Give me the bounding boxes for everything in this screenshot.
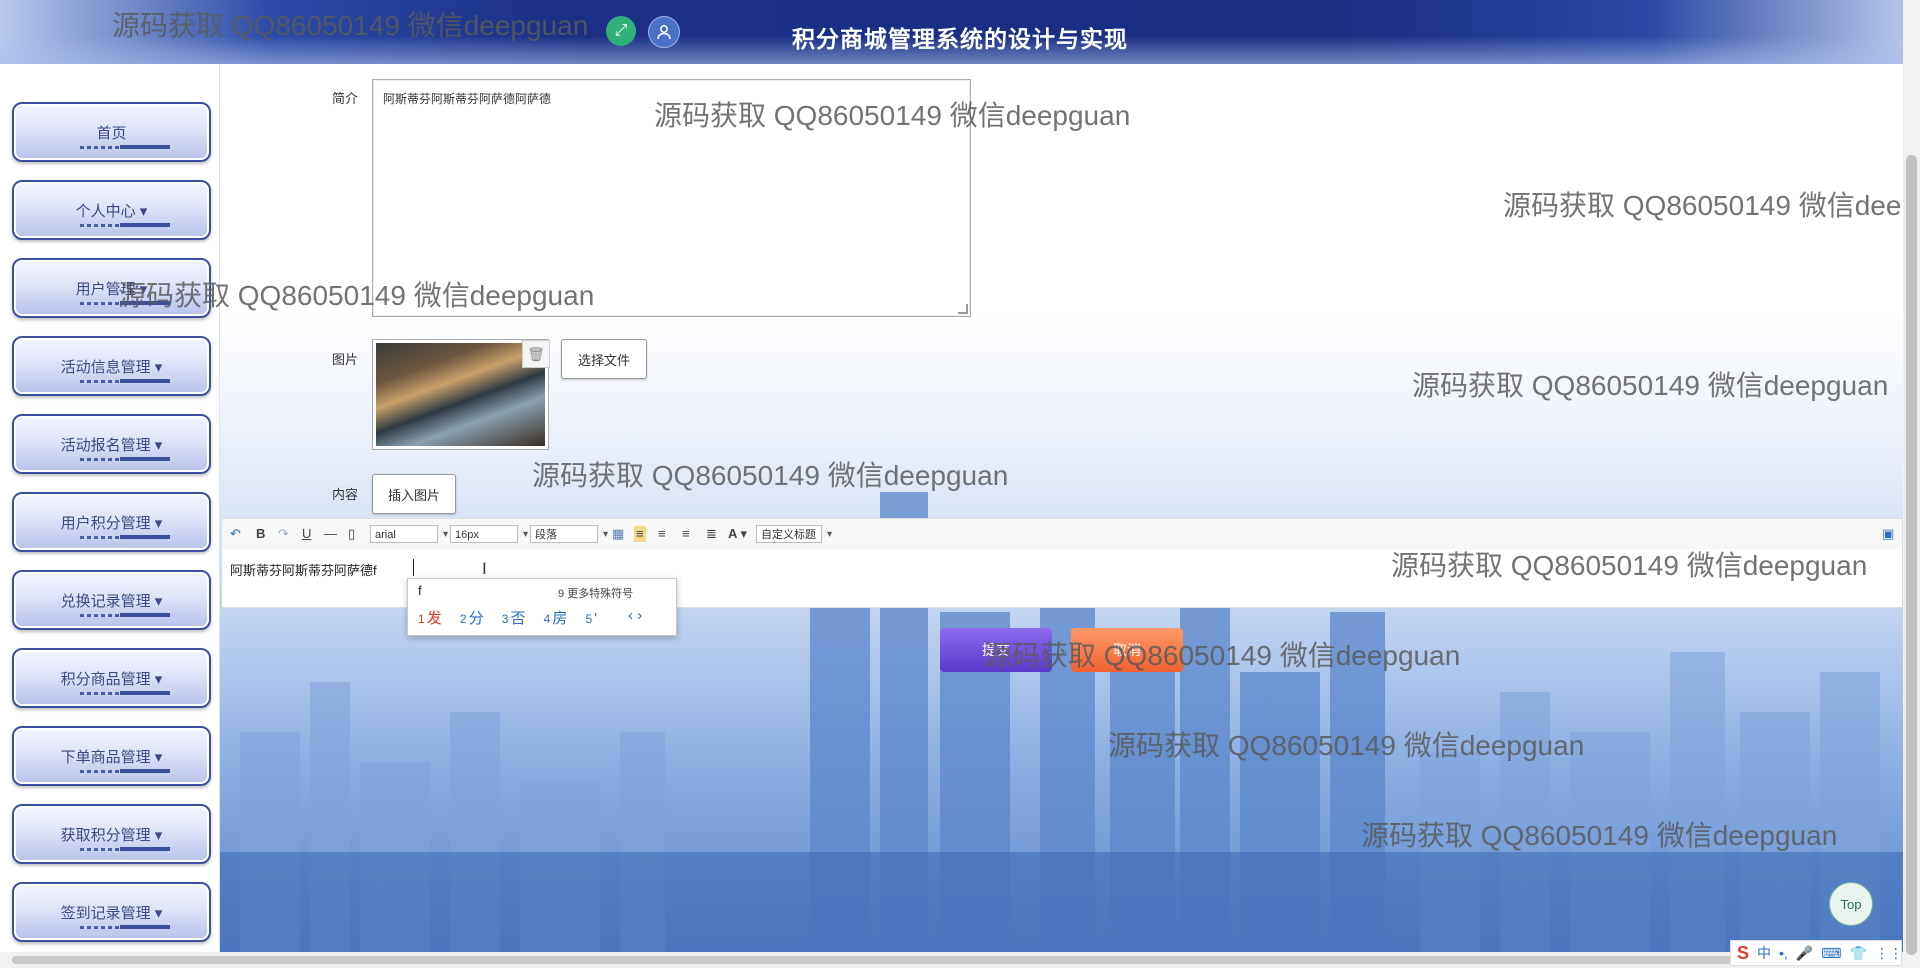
paragraph-select[interactable]: 段落 <box>530 525 608 544</box>
ime-composition: f <box>418 583 422 598</box>
align-center-icon[interactable]: ≡ <box>682 526 690 542</box>
app-header: ⤢ 积分商城管理系统的设计与实现 <box>0 0 1920 64</box>
ime-candidate-window: f 9 更多特殊符号 1发 2分 3否 4房 5 ' ‹ › <box>407 578 677 636</box>
horizontal-scrollbar[interactable] <box>0 952 1903 968</box>
redo-icon[interactable]: ↷ <box>278 526 289 542</box>
sidebar-item-home[interactable]: 首页 <box>12 102 211 162</box>
sidebar-item-label: 兑换记录管理 ▾ <box>60 593 163 610</box>
sidebar-item-label: 签到记录管理 ▾ <box>60 905 163 922</box>
city-skyline-background <box>220 492 1903 952</box>
ibeam-cursor-icon: I <box>482 559 487 578</box>
sogou-logo-icon[interactable]: S <box>1737 943 1749 964</box>
microphone-icon[interactable]: 🎤 <box>1796 945 1813 962</box>
choose-file-button[interactable]: 选择文件 <box>561 339 647 379</box>
resize-handle[interactable] <box>958 304 968 314</box>
sidebar-item-label: 活动信息管理 ▾ <box>60 359 163 376</box>
sidebar-item-user-management[interactable]: 用户管理 ▾ <box>12 258 211 318</box>
font-family-select[interactable]: arial <box>370 525 448 544</box>
sidebar-item-checkin-records[interactable]: 签到记录管理 ▾ <box>12 882 211 942</box>
back-to-top-button[interactable]: Top <box>1829 882 1873 926</box>
bold-icon[interactable]: B <box>256 526 265 542</box>
ime-candidates: 1发 2分 3否 4房 5 ' <box>418 607 611 628</box>
text-caret <box>413 559 414 576</box>
sidebar-item-personal-center[interactable]: 个人中心 ▾ <box>12 180 211 240</box>
scrollbar-thumb[interactable] <box>1906 155 1917 955</box>
sidebar-item-label: 用户积分管理 ▾ <box>60 515 163 532</box>
sidebar-item-label: 个人中心 ▾ <box>75 203 148 220</box>
intro-value: 阿斯蒂芬阿斯蒂芬阿萨德阿萨德 <box>383 92 552 106</box>
sidebar-item-label: 用户管理 ▾ <box>75 281 148 298</box>
insert-image-button[interactable]: 插入图片 <box>372 474 456 514</box>
undo-icon[interactable]: ↶ <box>230 526 241 542</box>
align-right-icon[interactable]: ≡ <box>658 526 666 542</box>
sidebar-item-points-goods[interactable]: 积分商品管理 ▾ <box>12 648 211 708</box>
ime-candidate[interactable]: 4房 <box>544 610 568 627</box>
horizontal-rule-icon[interactable]: — <box>324 526 337 542</box>
intro-label: 简介 <box>332 91 359 106</box>
cancel-button[interactable]: 取消 <box>1071 628 1183 672</box>
menu-grid-icon[interactable]: ⋮⋮ <box>1875 945 1903 962</box>
sidebar-item-earn-points[interactable]: 获取积分管理 ▾ <box>12 804 211 864</box>
page-title: 积分商城管理系统的设计与实现 <box>792 26 1128 52</box>
sidebar-item-user-points[interactable]: 用户积分管理 ▾ <box>12 492 211 552</box>
editor-toolbar: ↶ B ↷ U — ▯ arial 16px 段落 ▦ ≡ ≡ ≡ ≣ A ▾ … <box>222 518 1902 550</box>
sidebar-item-order-goods[interactable]: 下单商品管理 ▾ <box>12 726 211 786</box>
sidebar-item-label: 下单商品管理 ▾ <box>60 749 163 766</box>
sidebar-item-label: 活动报名管理 ▾ <box>60 437 163 454</box>
delete-image-icon[interactable]: 🗑 <box>522 340 550 368</box>
keyboard-icon[interactable]: ⌨ <box>1821 945 1841 962</box>
ime-toolbar: S 中 •, 🎤 ⌨ 👕 ⋮⋮ <box>1730 940 1903 966</box>
skin-icon[interactable]: 👕 <box>1849 945 1866 962</box>
sidebar-item-activity-signup[interactable]: 活动报名管理 ▾ <box>12 414 211 474</box>
ime-candidate[interactable]: 2分 <box>460 610 484 627</box>
sidebar: 首页 个人中心 ▾ 用户管理 ▾ 活动信息管理 ▾ 活动报名管理 ▾ 用户积分管… <box>0 64 220 952</box>
font-size-select[interactable]: 16px <box>450 525 528 544</box>
ime-candidate[interactable]: 1发 <box>418 610 442 627</box>
sidebar-item-exchange-records[interactable]: 兑换记录管理 ▾ <box>12 570 211 630</box>
chinese-mode-icon[interactable]: 中 <box>1757 943 1771 963</box>
sidebar-item-label: 获取积分管理 ▾ <box>60 827 163 844</box>
format-icon[interactable]: ▯ <box>348 526 355 542</box>
editor-content: 阿斯蒂芬阿斯蒂芬阿萨德f <box>230 563 377 578</box>
image-label: 图片 <box>332 352 359 367</box>
intro-textarea[interactable]: 阿斯蒂芬阿斯蒂芬阿萨德阿萨德 <box>372 79 971 317</box>
font-color-icon[interactable]: A ▾ <box>728 526 747 542</box>
product-photo <box>376 343 545 446</box>
custom-title-select[interactable]: 自定义标题 <box>756 525 832 544</box>
scrollbar-thumb[interactable] <box>12 956 1888 964</box>
submit-button[interactable]: 提交 <box>940 628 1052 672</box>
punctuation-icon[interactable]: •, <box>1779 945 1788 961</box>
ime-candidate[interactable]: 3否 <box>502 610 526 627</box>
sidebar-item-activity-info[interactable]: 活动信息管理 ▾ <box>12 336 211 396</box>
content-label: 内容 <box>332 487 359 502</box>
sidebar-item-label: 积分商品管理 ▾ <box>60 671 163 688</box>
ime-page-nav[interactable]: ‹ › <box>628 607 642 624</box>
sidebar-item-label: 首页 <box>96 125 127 142</box>
ime-candidate[interactable]: 5 ' <box>586 610 598 627</box>
underline-icon[interactable]: U <box>302 526 311 542</box>
fullscreen-icon[interactable]: ▣ <box>1882 526 1894 542</box>
justify-icon[interactable]: ≣ <box>706 526 717 542</box>
table-icon[interactable]: ▦ <box>612 526 624 542</box>
vertical-scrollbar[interactable] <box>1903 0 1920 968</box>
align-left-icon[interactable]: ≡ <box>634 526 646 542</box>
ime-more-symbols[interactable]: 9 更多特殊符号 <box>558 585 633 601</box>
